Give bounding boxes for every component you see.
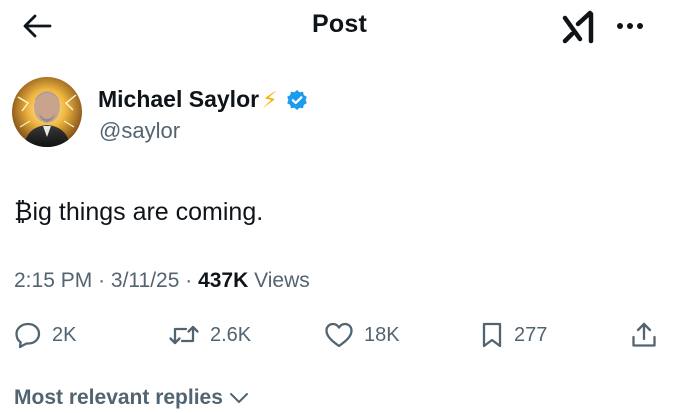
verified-badge-icon	[286, 89, 307, 110]
more-horizontal-icon	[617, 23, 643, 29]
share-icon	[632, 322, 656, 347]
tweet-time[interactable]: 2:15 PM	[14, 269, 92, 292]
like-count: 18K	[364, 323, 400, 346]
avatar-image	[12, 77, 82, 147]
avatar[interactable]	[12, 77, 82, 147]
heart-icon	[325, 322, 353, 348]
views-label: Views	[254, 269, 310, 292]
meta-separator: ·	[185, 269, 199, 292]
replies-sort-dropdown[interactable]: Most relevant replies	[14, 386, 249, 410]
tweet-text: ₿ig things are coming.	[14, 198, 264, 226]
meta-separator: ·	[98, 269, 111, 292]
bookmark-icon	[482, 322, 502, 348]
top-bar: Post	[0, 0, 679, 52]
more-button[interactable]	[612, 10, 648, 42]
bookmark-count: 277	[514, 323, 548, 346]
retweet-icon	[169, 325, 199, 345]
replies-sort-label: Most relevant replies	[14, 386, 223, 409]
lightning-emoji: ⚡	[262, 86, 278, 112]
tweet-meta: 2:15 PM · 3/11/25 · 437K Views	[14, 269, 310, 293]
grok-logo-icon	[562, 10, 594, 44]
views-count: 437K	[198, 269, 255, 292]
reply-count: 2K	[52, 323, 77, 346]
author-name-text: Michael Saylor	[98, 86, 260, 112]
like-button[interactable]: 18K	[324, 318, 400, 352]
author-handle[interactable]: @saylor	[99, 118, 180, 144]
chevron-down-icon	[229, 393, 248, 403]
share-button[interactable]	[630, 318, 658, 352]
author-name[interactable]: Michael Saylor ⚡	[98, 86, 308, 113]
bookmark-button[interactable]: 277	[480, 318, 547, 352]
repost-count: 2.6K	[210, 323, 252, 346]
tweet-date[interactable]: 3/11/25	[111, 269, 180, 292]
reply-icon	[15, 322, 41, 349]
grok-button[interactable]	[560, 8, 600, 46]
repost-button[interactable]: 2.6K	[168, 318, 251, 352]
reply-button[interactable]: 2K	[14, 318, 76, 352]
